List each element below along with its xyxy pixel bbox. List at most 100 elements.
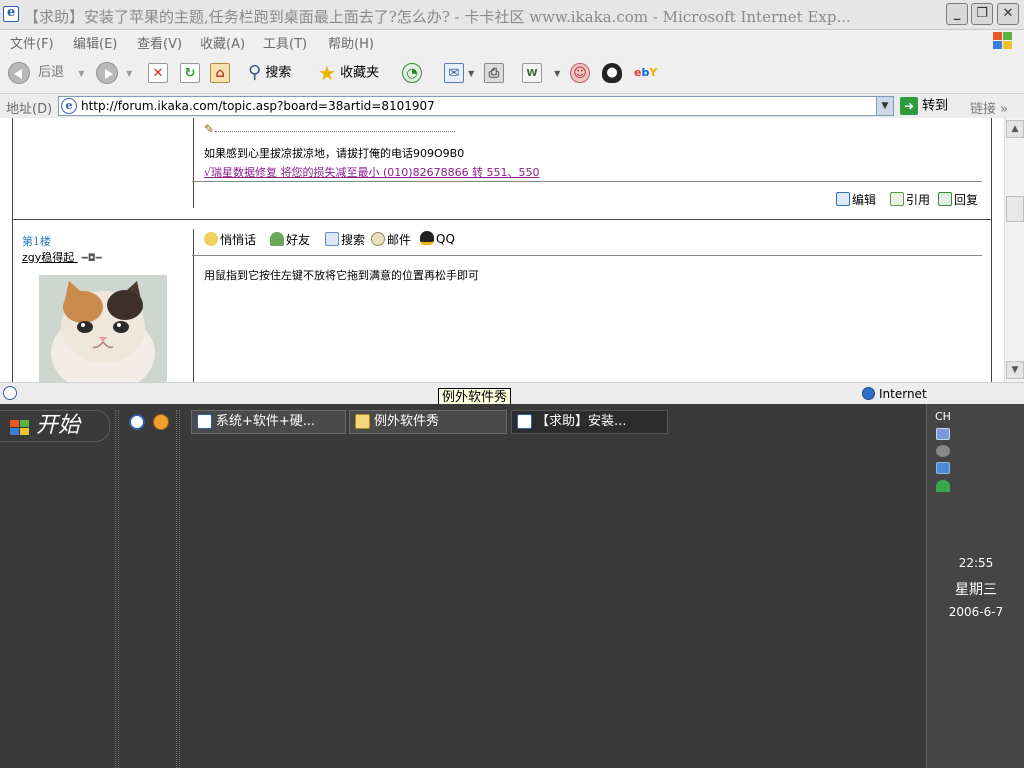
minimize-button[interactable]: _ [946,3,968,25]
menu-help[interactable]: 帮助(H) [328,33,374,52]
menu-view[interactable]: 查看(V) [137,33,182,52]
quote-icon [890,192,904,206]
history-button[interactable]: ◔ [402,61,422,85]
edit-dropdown-icon[interactable]: ▼ [554,69,560,78]
qq-link[interactable]: QQ [420,231,455,246]
menu-favorites[interactable]: 收藏(A) [200,33,245,52]
reply-label: 回复 [954,193,979,207]
column-separator [193,229,194,382]
task-button-ie-help[interactable]: 【求助】安装... [511,410,668,434]
stop-button[interactable]: ✕ [148,61,168,85]
windows-flag-icon [9,419,29,435]
favorites-button[interactable]: ★ 收藏夹 [318,61,379,85]
quote-label: 引用 [906,193,931,207]
speaker-icon[interactable] [936,445,950,457]
post-divider [192,255,982,256]
print-button[interactable]: ⎙ [484,61,504,85]
mail-button[interactable]: ✉ ▼ [444,61,474,85]
avatar [39,275,167,382]
back-button[interactable]: 后退 ▼ [8,61,84,85]
mail-dropdown-icon[interactable]: ▼ [468,69,474,78]
links-button[interactable]: 链接 » [970,98,1008,117]
forward-button[interactable]: ▼ [96,61,132,85]
start-label: 开始 [36,413,81,438]
edit-link[interactable]: 编辑 [836,191,876,208]
search-icon: ⚲ [248,62,262,83]
address-label: 地址(D) [6,102,53,117]
edit-icon [836,192,850,206]
tray-app-icon[interactable] [936,480,950,492]
folder-icon [355,414,370,429]
ie-quicklaunch-icon[interactable] [129,414,145,430]
security-zone: Internet [862,387,927,401]
go-button[interactable]: ➜ 转到 [900,97,948,116]
vertical-scrollbar[interactable]: ▲ ▼ [1004,118,1024,382]
signature-link[interactable]: √瑞星数据修复 将您的损失减至最小 (010)82678866 转 551、55… [204,164,540,180]
window-title: 【求助】安装了苹果的主题,任务栏跑到桌面最上面去了?怎么办? - 卡卡社区 ww… [24,8,851,26]
user-search-label: 搜索 [341,233,366,247]
scroll-thumb[interactable] [1006,196,1024,222]
scroll-up-icon[interactable]: ▲ [1006,120,1024,138]
back-dropdown-icon[interactable]: ▼ [78,69,84,78]
quote-link[interactable]: 引用 [890,191,930,208]
task-button-system[interactable]: 系统+软件+硬... [191,410,346,434]
search-button[interactable]: ⚲ 搜索 [248,61,291,85]
scroll-down-icon[interactable]: ▼ [1006,361,1024,379]
forward-dropdown-icon[interactable]: ▼ [126,69,132,78]
stop-icon: ✕ [148,62,168,83]
whisper-link[interactable]: 悄悄话 [204,231,256,248]
back-label: 后退 [38,65,65,80]
zone-label: Internet [879,387,927,401]
username-link[interactable]: zgy稳得起 ━◘━ [22,249,102,265]
antivirus-icon[interactable] [936,462,950,474]
menu-file[interactable]: 文件(F) [10,33,54,52]
quicklaunch-separator [176,410,180,768]
maximize-button[interactable]: ❐ [971,3,993,25]
online-status-icon: ━◘━ [81,253,102,264]
signature-text: 如果感到心里拔凉拔凉地，请拔打俺的电话909O9B0 [204,147,465,160]
clock-date: 2006-6-7 [948,605,1004,619]
page-content: ✎ 如果感到心里拔凉拔凉地，请拔打俺的电话909O9B0 √瑞星数据修复 将您的… [0,118,1004,382]
toolbar: 后退 ▼ ▼ ✕ ↻ ⌂ ⚲ 搜索 ★ 收藏夹 ◔ ✉ ▼ ⎙ W ▼ ☺ ● … [0,52,1024,94]
network-icon[interactable] [936,428,950,440]
clock-weekday: 星期三 [955,582,997,598]
friend-icon [270,232,284,246]
reply-link[interactable]: 回复 [938,191,978,208]
start-button[interactable]: 开始 [0,410,110,442]
user-search-link[interactable]: 搜索 [325,231,365,248]
floor-number: 第1楼 [22,235,51,248]
task-button-folder[interactable]: 例外软件秀 [349,410,507,434]
column-separator [193,118,194,208]
home-button[interactable]: ⌂ [210,61,230,85]
email-label: 邮件 [387,233,412,247]
qq-button[interactable]: ● [602,61,622,85]
edit-document-icon: W [522,62,542,83]
qq-label: QQ [436,232,455,246]
messenger-quicklaunch-icon[interactable] [153,414,169,430]
address-input[interactable]: e http://forum.ikaka.com/topic.asp?board… [58,96,894,116]
language-indicator[interactable]: CH [935,410,951,423]
ie-icon [197,414,212,429]
clock-time[interactable]: 22:55 [927,556,1024,570]
ie-icon[interactable] [3,5,19,22]
email-link[interactable]: 邮件 [371,231,411,248]
friend-link[interactable]: 好友 [270,231,310,248]
messenger-button[interactable]: ☺ [570,61,590,85]
title-bar: 【求助】安装了苹果的主题,任务栏跑到桌面最上面去了?怎么办? - 卡卡社区 ww… [0,0,1024,30]
close-button[interactable]: ✕ [997,3,1019,25]
post-body: 用鼠指到它按住左键不放将它拖到满意的位置再松手即可 [204,269,479,282]
ebay-button[interactable]: ebY [634,61,657,85]
edit-button[interactable]: W ▼ [522,61,560,85]
refresh-icon: ↻ [180,62,200,83]
refresh-button[interactable]: ↻ [180,61,200,85]
address-dropdown-icon[interactable]: ▼ [876,97,893,115]
username: zgy稳得起 [22,251,75,264]
menu-edit[interactable]: 编辑(E) [73,33,117,52]
printer-icon: ⎙ [484,62,504,83]
ie-icon [517,414,532,429]
address-url[interactable]: http://forum.ikaka.com/topic.asp?board=3… [81,99,435,113]
task-label: 例外软件秀 [374,414,440,429]
mail-icon: ✉ [444,62,464,83]
back-arrow-icon [8,61,30,84]
menu-tools[interactable]: 工具(T) [263,33,307,52]
